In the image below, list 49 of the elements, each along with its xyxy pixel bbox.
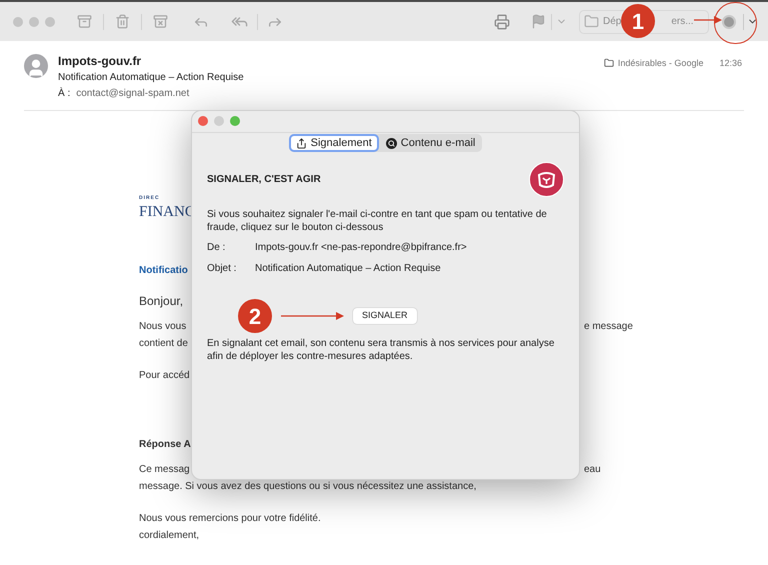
zoom-icon[interactable] [230,116,240,126]
tab[interactable]: Signalement [288,134,379,152]
dialog-intro: Si vous souhaitez signaler l'e-mail ci-contre en tant que spam ou tentative de fraude, cliquez sur le bouton ci-dessous [206,208,548,234]
logo-wordmark: FINANC [139,203,195,222]
folder-icon [584,14,599,29]
email-body-text: eau [584,463,601,477]
tab[interactable]: Contenu e-mail [378,134,482,152]
email-body-text: e message [584,320,633,334]
minimize-icon[interactable] [214,116,224,126]
email-body-text: Nous vous remercions pour votre fidélité. [139,512,321,526]
sender-name: Impots-gouv.fr [58,54,142,69]
field-label: De : [207,241,226,255]
message-time: 12:36 [719,57,742,70]
avatar-icon [24,54,48,78]
move-to-text: ers... [671,15,694,29]
email-body-text: Ce messag [139,463,191,477]
step-marker: 2 [238,299,272,333]
field-value: Notification Automatique – Action Requise [255,262,441,276]
close-icon[interactable] [198,116,208,126]
archive-icon[interactable] [77,14,92,29]
arrow-icon [694,16,722,24]
field-label: Objet : [207,262,238,276]
email-body-text: contient de [139,337,188,351]
report-button[interactable]: SIGNALER [353,308,417,324]
share-icon [296,138,307,148]
recipient-label: À : [58,87,70,101]
dialog-heading: SIGNALER, C'EST AGIR [207,173,321,187]
dialog-note: En signalant cet email, son contenu sera transmis à nos services pour analyse afin de déployer les contre-mesures adaptées. [206,337,556,363]
recipient-address: contact@signal-spam.net [76,87,190,101]
email-body-text: cordialement, [139,529,200,543]
arrow-icon [281,312,344,320]
email-body-text: message. Si vous avez des questions ou si vous nécessitez une assistance, [139,480,476,494]
move-to-text: Dép [603,15,622,29]
flag-icon[interactable] [531,14,546,29]
search-icon [386,138,397,148]
mailbox-name: Indésirables - Google [618,57,704,70]
junk-icon[interactable] [153,14,168,29]
email-body-text: Notificatio [139,264,188,278]
spam-report-icon[interactable] [722,14,736,28]
trash-icon[interactable] [115,14,130,29]
field-value: Impots-gouv.fr <ne-pas-repondre@bpifrance.fr> [255,241,467,255]
email-body-text: Bonjour, [139,293,184,310]
email-body-text: Pour accéd [139,369,190,383]
email-body-text: Réponse A [139,438,191,452]
print-icon[interactable] [494,14,510,30]
highlight-ring [714,2,757,44]
email-body-text: Nous vous [139,320,188,334]
subject: Notification Automatique – Action Requise [58,71,244,85]
folder-icon [604,58,614,68]
